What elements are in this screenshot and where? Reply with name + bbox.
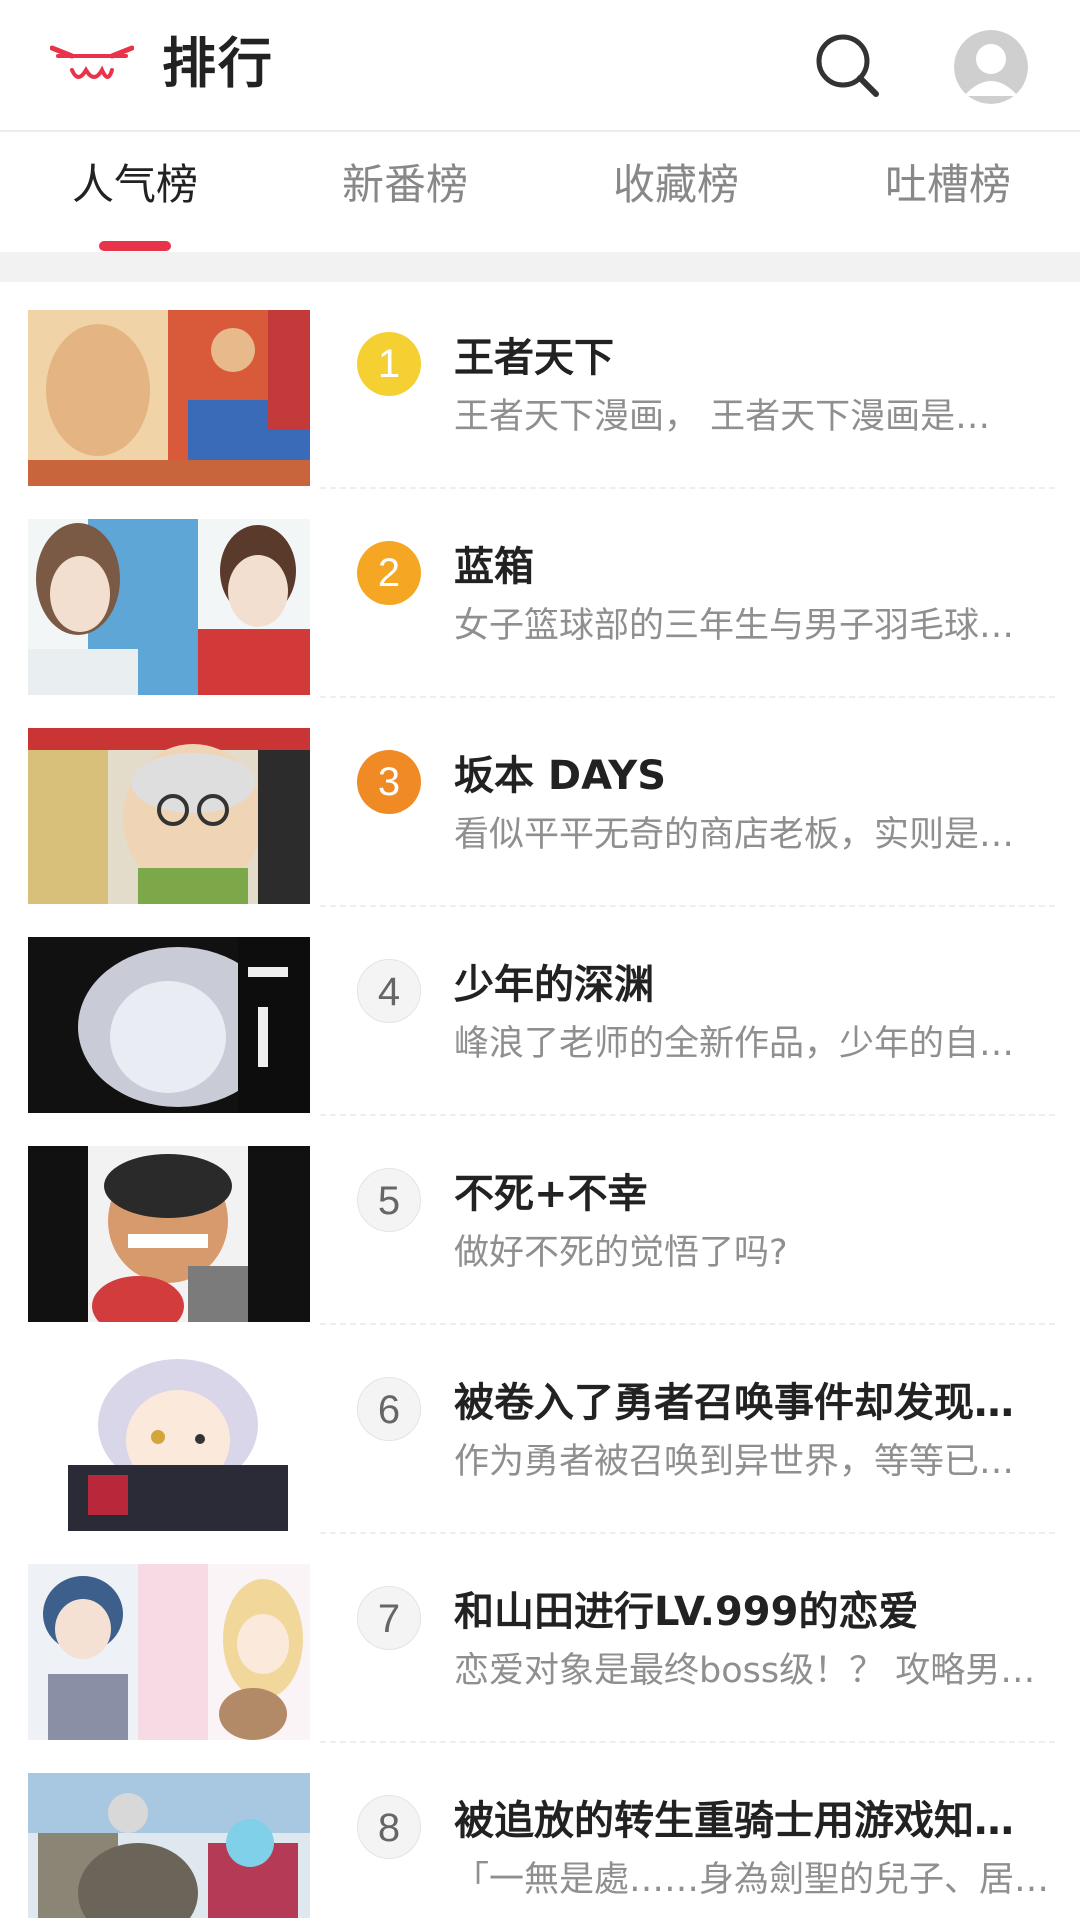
rank-badge: 4 (357, 959, 421, 1023)
comic-description: 王者天下漫画， 王者天下漫画是… (454, 397, 991, 437)
comic-title[interactable]: 被卷入了勇者召唤事件却发现… (454, 1375, 1054, 1431)
comic-title[interactable]: 坂本 DAYS (454, 748, 1054, 804)
item-separator (320, 696, 1055, 698)
comic-cover-image[interactable] (28, 1564, 310, 1740)
rank-badge: 3 (357, 750, 421, 814)
comic-title[interactable]: 少年的深渊 (454, 957, 1054, 1013)
comic-title[interactable]: 不死+不幸 (454, 1166, 1054, 1222)
comic-description: 恋爱对象是最终boss级！？ 攻略男… (454, 1651, 1036, 1691)
comic-title[interactable]: 蓝箱 (454, 539, 1054, 595)
tab-comments[interactable]: 吐槽榜 (848, 158, 1048, 212)
comic-description: 女子篮球部的三年生与男子羽毛球… (454, 606, 1015, 646)
ranking-tabs: 人气榜 新番榜 收藏榜 吐槽榜 (0, 134, 1080, 252)
comic-cover-image[interactable] (28, 310, 310, 486)
comic-cover-image[interactable] (28, 728, 310, 904)
rank-badge: 7 (357, 1586, 421, 1650)
comic-cover-image[interactable] (28, 937, 310, 1113)
comic-title[interactable]: 被追放的转生重骑士用游戏知… (454, 1793, 1054, 1849)
list-item[interactable]: 3 坂本 DAYS 看似平平无奇的商店老板，实则是… (0, 700, 1080, 908)
tab-favorites[interactable]: 收藏榜 (576, 158, 776, 212)
item-separator (320, 487, 1055, 489)
comic-cover-image[interactable] (28, 1355, 310, 1531)
section-divider (0, 252, 1080, 282)
comic-description: 峰浪了老师的全新作品，少年的自… (454, 1024, 1015, 1064)
rank-badge: 1 (357, 332, 421, 396)
comic-description: 「一無是處……身為劍聖的兒子、居… (454, 1860, 1050, 1900)
list-item[interactable]: 5 不死+不幸 做好不死的觉悟了吗? (0, 1118, 1080, 1326)
list-item[interactable]: 6 被卷入了勇者召唤事件却发现… 作为勇者被召唤到异世界，等等已… (0, 1327, 1080, 1535)
list-item[interactable]: 2 蓝箱 女子篮球部的三年生与男子羽毛球… (0, 491, 1080, 699)
list-item[interactable]: 8 被追放的转生重骑士用游戏知… 「一無是處……身為劍聖的兒子、居… (0, 1745, 1080, 1918)
page-title: 排行 (162, 32, 274, 95)
item-separator (320, 1323, 1055, 1325)
item-separator (320, 1532, 1055, 1534)
ranking-page: 排行 人气榜 新番榜 收藏榜 吐槽榜 1 王者天下 王者天下漫画， 王者天下漫画… (0, 0, 1080, 1918)
rank-badge: 5 (357, 1168, 421, 1232)
item-separator (320, 905, 1055, 907)
rank-badge: 2 (357, 541, 421, 605)
comic-cover-image[interactable] (28, 519, 310, 695)
tab-popular[interactable]: 人气榜 (35, 158, 235, 212)
item-separator (320, 1741, 1055, 1743)
comic-cover-image[interactable] (28, 1146, 310, 1322)
top-app-bar: 排行 (0, 0, 1080, 132)
comic-description: 作为勇者被召唤到异世界，等等已… (454, 1442, 1015, 1482)
comic-title[interactable]: 和山田进行LV.999的恋爱 (454, 1584, 1054, 1640)
rank-badge: 6 (357, 1377, 421, 1441)
cat-face-logo-icon[interactable] (49, 40, 135, 92)
user-avatar-icon[interactable] (954, 30, 1028, 104)
active-tab-indicator (99, 241, 171, 251)
comic-description: 做好不死的觉悟了吗? (454, 1233, 788, 1273)
item-separator (320, 1114, 1055, 1116)
rank-badge: 8 (357, 1795, 421, 1859)
list-item[interactable]: 4 少年的深渊 峰浪了老师的全新作品，少年的自… (0, 909, 1080, 1117)
comic-cover-image[interactable] (28, 1773, 310, 1918)
list-item[interactable]: 7 和山田进行LV.999的恋爱 恋爱对象是最终boss级！？ 攻略男… (0, 1536, 1080, 1744)
list-item[interactable]: 1 王者天下 王者天下漫画， 王者天下漫画是… (0, 282, 1080, 490)
comic-description: 看似平平无奇的商店老板，实则是… (454, 815, 1015, 855)
tab-new[interactable]: 新番榜 (305, 158, 505, 212)
comic-title[interactable]: 王者天下 (454, 330, 1054, 386)
search-icon[interactable] (812, 30, 884, 102)
